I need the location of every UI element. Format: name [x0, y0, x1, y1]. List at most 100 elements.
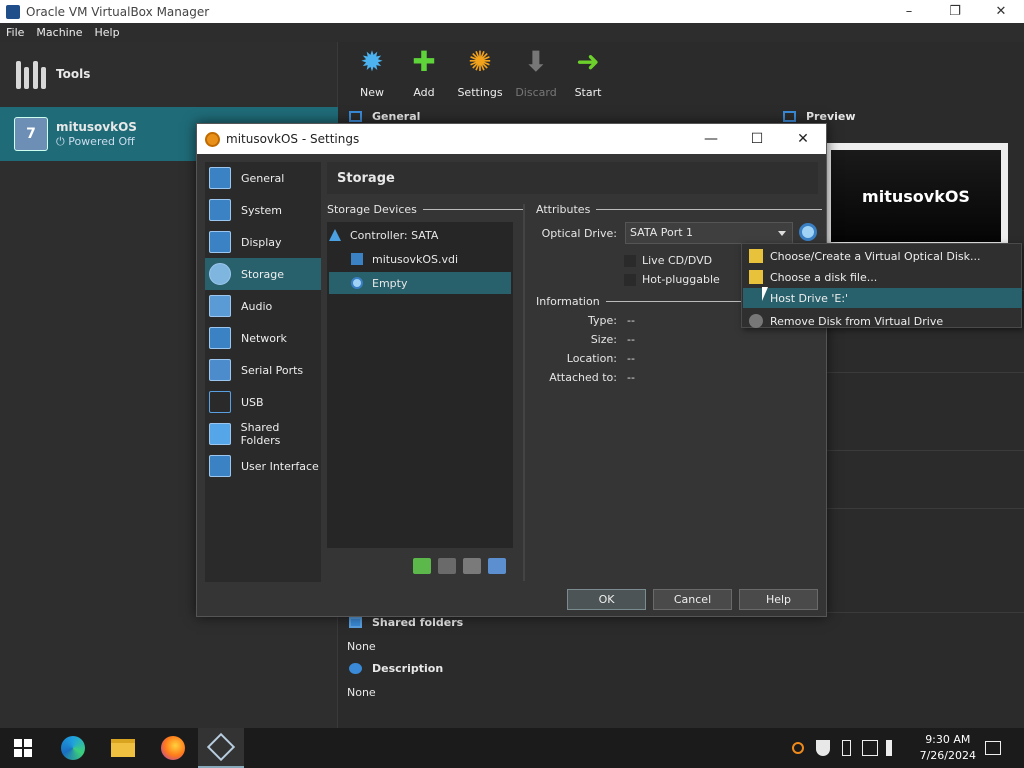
tree-disk-item[interactable]: mitusovkOS.vdi [329, 248, 511, 270]
checkbox-box[interactable] [624, 254, 636, 267]
add-button[interactable]: ✚ Add [399, 46, 449, 100]
virtualbox-icon [6, 4, 20, 19]
hot-pluggable-label: Hot-pluggable [642, 273, 720, 286]
add-controller-icon[interactable] [413, 558, 431, 574]
menu-item-host-drive[interactable]: Host Drive 'E:' [743, 288, 1022, 308]
description-section-header[interactable]: Description [349, 662, 443, 675]
category-label: Network [241, 331, 287, 345]
controller-label: Controller: SATA [350, 228, 439, 242]
information-label: Information [536, 295, 600, 308]
shared-folders-section-header[interactable]: Shared folders [349, 616, 463, 629]
category-general[interactable]: General [205, 162, 321, 194]
ok-button[interactable]: OK [567, 589, 646, 610]
dialog-window-controls: — ☐ ✕ [688, 124, 826, 154]
window-controls: – ❐ ✕ [886, 0, 1024, 23]
new-icon: ✹ [360, 45, 384, 78]
dialog-maximize-button[interactable]: ☐ [734, 124, 780, 154]
shield-icon[interactable] [816, 740, 830, 756]
discard-button[interactable]: ⬇ Discard [511, 46, 561, 100]
dialog-close-button[interactable]: ✕ [780, 124, 826, 154]
notifications-button[interactable] [970, 728, 1016, 768]
choose-disk-icon[interactable] [799, 223, 817, 241]
cancel-button[interactable]: Cancel [653, 589, 732, 610]
live-cd-checkbox[interactable]: Live CD/DVD [624, 254, 712, 267]
menu-help[interactable]: Help [94, 26, 119, 39]
add-attachment-icon[interactable] [463, 558, 481, 574]
dialog-minimize-button[interactable]: — [688, 124, 734, 154]
remove-controller-icon[interactable] [438, 558, 456, 574]
remove-attachment-icon[interactable] [488, 558, 506, 574]
optical-label: Empty [372, 276, 408, 290]
shared-folders-icon [349, 617, 362, 628]
settings-gear-icon: ✺ [468, 45, 492, 78]
storage-devices-group: Storage Devices [327, 203, 523, 216]
battery-icon[interactable] [842, 740, 851, 756]
general-monitor-icon [349, 111, 362, 122]
close-button[interactable]: ✕ [978, 0, 1024, 23]
category-usb[interactable]: USB [205, 386, 321, 418]
search-icon[interactable] [792, 742, 804, 754]
settings-button[interactable]: ✺ Settings [451, 45, 509, 100]
vm-name: mitusovkOS [56, 119, 137, 134]
category-shared-folders[interactable]: Shared Folders [205, 418, 321, 450]
info-size-label: Size: [590, 333, 617, 346]
menu-item-label: Choose a disk file... [770, 270, 878, 284]
tree-optical-item[interactable]: Empty [329, 272, 511, 294]
virtualbox-cube-icon [206, 732, 236, 762]
category-serial-ports[interactable]: Serial Ports [205, 354, 321, 386]
info-attached-label: Attached to: [549, 371, 617, 384]
menu-item-remove-disk[interactable]: Remove Disk from Virtual Drive [743, 311, 1022, 331]
optical-drive-label: Optical Drive: [541, 227, 617, 240]
dialog-titlebar: mitusovkOS - Settings — ☐ ✕ [197, 124, 826, 154]
tree-controller-sata[interactable]: Controller: SATA [329, 224, 511, 246]
checkbox-box[interactable] [624, 273, 636, 286]
category-system[interactable]: System [205, 194, 321, 226]
file-explorer-taskbar-button[interactable] [100, 728, 146, 768]
vm-state: ⏻ Powered Off [56, 134, 135, 148]
user-interface-icon [209, 455, 231, 477]
category-label: Shared Folders [240, 421, 281, 447]
preview-section-header[interactable]: Preview [783, 110, 856, 123]
main-toolbar: ✹ New ✚ Add ✺ Settings ⬇ Discard ➜ Start [347, 45, 615, 100]
taskbar: 9:30 AM 7/26/2024 [0, 728, 1024, 768]
start-menu-button[interactable] [0, 728, 46, 768]
pane-divider[interactable] [523, 204, 525, 581]
category-display[interactable]: Display [205, 226, 321, 258]
virtualbox-taskbar-button[interactable] [198, 728, 244, 768]
display-monitor-icon [209, 231, 231, 253]
tools-icon [16, 59, 46, 89]
edge-taskbar-button[interactable] [50, 728, 96, 768]
network-icon[interactable] [862, 740, 878, 756]
page-title: Storage [327, 162, 818, 194]
notification-icon [985, 741, 1001, 755]
general-section-header[interactable]: General [349, 110, 420, 123]
menu-item-choose-create[interactable]: Choose/Create a Virtual Optical Disk... [743, 246, 1022, 266]
folder-disc-icon [749, 249, 763, 263]
new-button[interactable]: ✹ New [347, 45, 397, 100]
tools-label: Tools [56, 67, 91, 81]
menu-item-choose-file[interactable]: Choose a disk file... [743, 267, 1022, 287]
firefox-taskbar-button[interactable] [150, 728, 196, 768]
hot-pluggable-checkbox[interactable]: Hot-pluggable [624, 273, 720, 286]
category-user-interface[interactable]: User Interface [205, 450, 321, 482]
category-audio[interactable]: Audio [205, 290, 321, 322]
category-label: USB [241, 395, 264, 409]
start-button[interactable]: ➜ Start [563, 46, 613, 100]
minimize-button[interactable]: – [886, 0, 932, 23]
category-network[interactable]: Network [205, 322, 321, 354]
restore-button[interactable]: ❐ [932, 0, 978, 23]
category-storage[interactable]: Storage [205, 258, 321, 290]
menu-file[interactable]: File [6, 26, 24, 39]
menu-machine[interactable]: Machine [36, 26, 82, 39]
storage-devices-label: Storage Devices [327, 203, 417, 216]
help-button[interactable]: Help [739, 589, 818, 610]
taskbar-clock[interactable]: 9:30 AM 7/26/2024 [920, 732, 976, 764]
category-label: Display [241, 235, 282, 249]
clock-date: 7/26/2024 [919, 749, 976, 762]
optical-drive-combo[interactable]: SATA Port 1 [625, 222, 793, 244]
live-cd-label: Live CD/DVD [642, 254, 713, 267]
os-type-icon: 7 [14, 117, 48, 151]
tools-item[interactable]: Tools [0, 42, 338, 106]
volume-muted-icon[interactable] [886, 740, 896, 756]
disk-label: mitusovkOS.vdi [372, 252, 459, 266]
